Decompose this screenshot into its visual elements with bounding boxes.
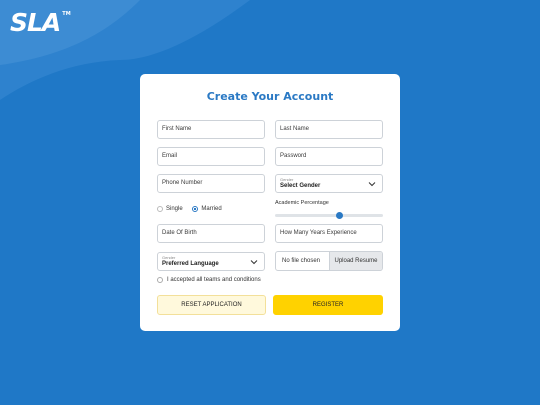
first-name-placeholder: First Name bbox=[162, 126, 192, 132]
radio-married[interactable]: Married bbox=[192, 206, 222, 212]
experience-input[interactable]: How Many Years Experience bbox=[275, 224, 383, 243]
reset-application-button[interactable]: RESET APPLICATION bbox=[157, 295, 266, 315]
language-select-value: Preferred Language bbox=[162, 261, 219, 267]
email-placeholder: Email bbox=[162, 153, 178, 159]
signup-card: Create Your Account First Name Last Name… bbox=[140, 74, 400, 331]
marital-status-group: Single Married bbox=[157, 206, 230, 216]
password-placeholder: Password bbox=[280, 153, 307, 159]
last-name-placeholder: Last Name bbox=[280, 126, 310, 132]
gender-select-label: Gender bbox=[280, 177, 294, 182]
radio-married-circle bbox=[192, 206, 199, 212]
academic-percentage-slider[interactable] bbox=[275, 212, 383, 219]
first-name-input[interactable]: First Name bbox=[157, 120, 265, 139]
academic-percentage-label: Academic Percentage bbox=[275, 200, 329, 206]
language-select-label: Gender bbox=[162, 255, 176, 260]
language-select[interactable]: Gender Preferred Language bbox=[157, 252, 265, 271]
radio-single-label: Single bbox=[166, 206, 183, 212]
radio-married-label: Married bbox=[201, 206, 222, 212]
sla-logo: SLA TM bbox=[10, 8, 71, 37]
date-of-birth-placeholder: Date Of Birth bbox=[162, 230, 197, 236]
radio-single-circle bbox=[157, 206, 163, 212]
file-status: No file chosen bbox=[282, 258, 321, 264]
phone-input[interactable]: Phone Number bbox=[157, 174, 265, 193]
slider-thumb[interactable] bbox=[336, 212, 344, 219]
email-input[interactable]: Email bbox=[157, 147, 265, 166]
chevron-down-icon bbox=[368, 182, 376, 187]
last-name-input[interactable]: Last Name bbox=[275, 120, 383, 139]
upload-resume-button[interactable]: Upload Resume bbox=[329, 252, 382, 270]
terms-label: I accepted all teams and conditions bbox=[167, 277, 261, 283]
terms-checkbox[interactable] bbox=[157, 277, 163, 283]
experience-placeholder: How Many Years Experience bbox=[280, 230, 357, 236]
date-of-birth-input[interactable]: Date Of Birth bbox=[157, 224, 265, 243]
gender-select-value: Select Gender bbox=[280, 183, 321, 189]
gender-select[interactable]: Gender Select Gender bbox=[275, 174, 383, 193]
radio-single[interactable]: Single bbox=[157, 206, 183, 212]
chevron-down-icon bbox=[250, 260, 258, 265]
register-button[interactable]: REGISTER bbox=[273, 295, 383, 315]
phone-placeholder: Phone Number bbox=[162, 180, 203, 186]
trademark-mark: TM bbox=[62, 11, 71, 17]
logo-text: SLA bbox=[10, 8, 61, 37]
password-input[interactable]: Password bbox=[275, 147, 383, 166]
resume-file-input[interactable]: No file chosen Upload Resume bbox=[275, 251, 383, 271]
form-title: Create Your Account bbox=[206, 90, 334, 103]
terms-checkbox-row[interactable]: I accepted all teams and conditions bbox=[157, 277, 261, 283]
